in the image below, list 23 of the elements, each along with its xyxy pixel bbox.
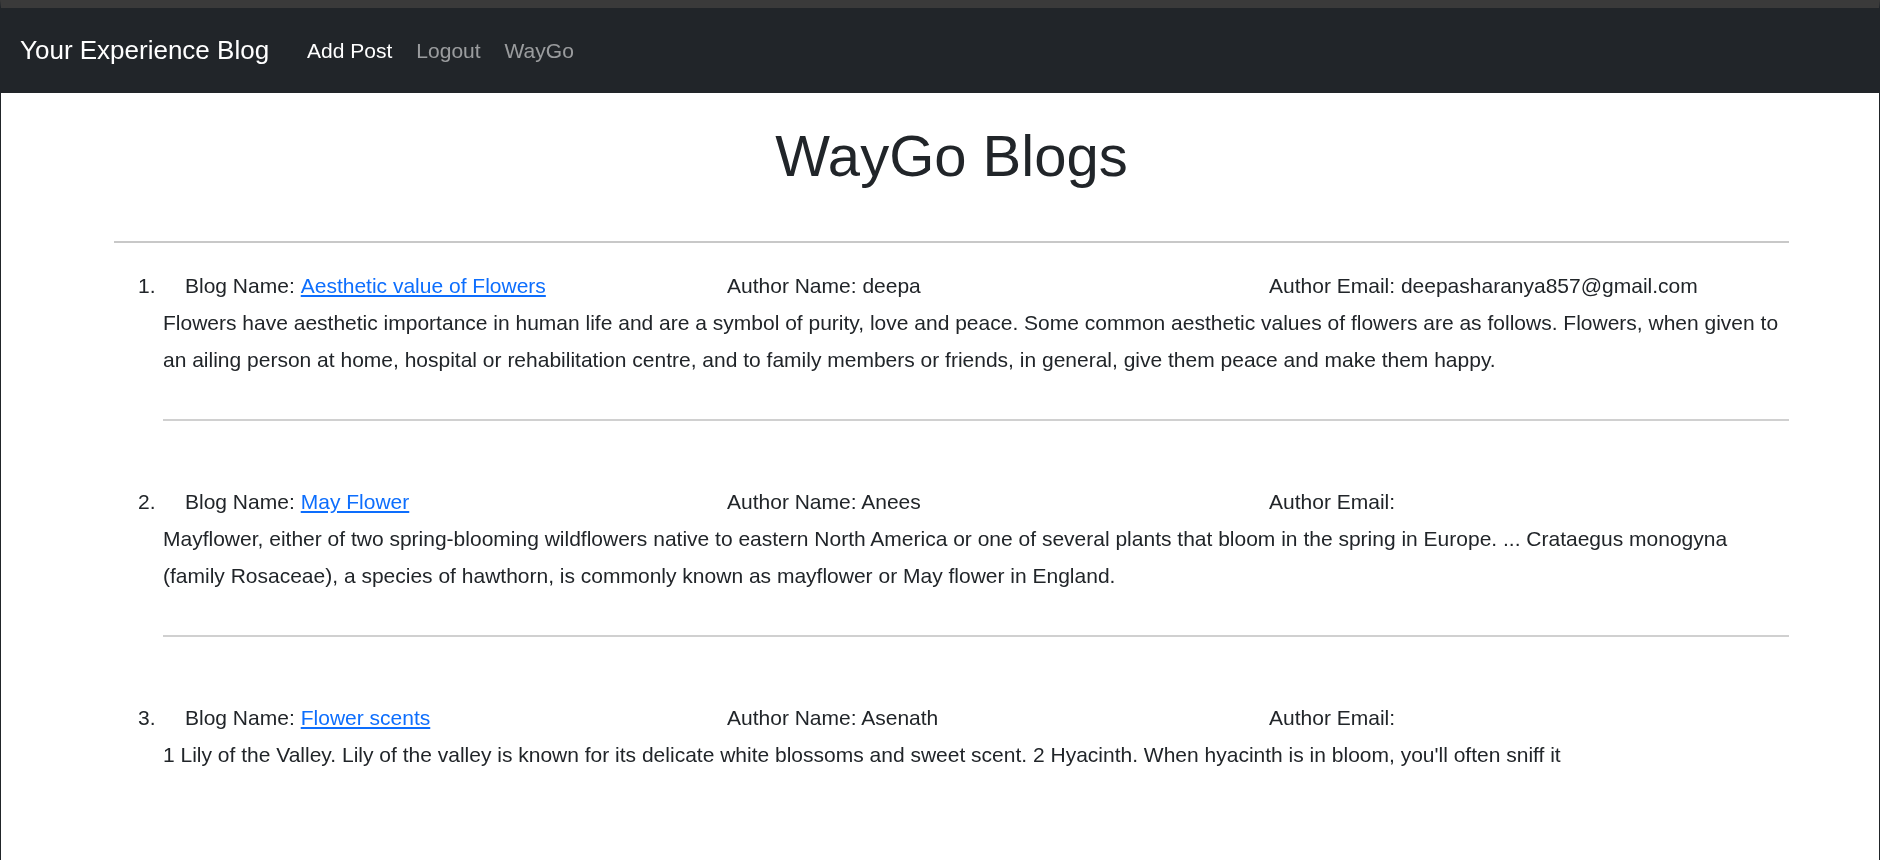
blog-description: Mayflower, either of two spring-blooming wildflowers native to eastern North America or one of several plants that bloom in the spring in Europe. ... Crataegus monogyna (family Rosaceae), a species of hawthorn, is commonly known as mayflower or May flower in England. [163,525,1729,589]
author-name: Author Name: Asenath [727,704,940,731]
blog-description: Flowers have aesthetic importance in human life and are a symbol of purity, love and peace. Some common aesthetic values of flowers are as follows. Flowers, when given to an ailing person at home, hospital or rehabilitation centre, and to family members or friends, in general, give them peace and make them happy. [163,309,1780,373]
author-name: Author Name: deepa [727,272,922,299]
author-email: Author Email: deepasharanya857@gmail.com [1269,272,1699,299]
blog-name-label: Blog Name: [185,704,295,731]
blog-name-label: Blog Name: [185,488,295,515]
blog-description: 1 Lily of the Valley. Lily of the valley is known for its delicate white blossoms and sweet scent. 2 Hyacinth. When hyacinth is in bloom, you'll often sniff it [163,741,1562,768]
nav-link[interactable]: Add Post [307,38,393,63]
brand-link[interactable]: Your Experience Blog [20,35,270,66]
blog-title-link[interactable]: Flower scents [300,698,431,736]
blog-title-link[interactable]: May Flower [300,482,410,520]
list-number: 1. [138,272,157,299]
author-email: Author Email: [1269,704,1397,731]
nav-link[interactable]: WayGo [504,38,574,63]
blog-title-link[interactable]: Aesthetic value of Flowers [300,266,546,304]
blog-name-label: Blog Name: [185,272,295,299]
list-number: 2. [138,488,157,515]
author-name: Author Name: Anees [727,488,922,515]
author-email: Author Email: [1269,488,1397,515]
nav-link[interactable]: Logout [416,38,481,63]
list-number: 3. [138,704,157,731]
page-heading: WayGo Blogs [774,122,1129,190]
